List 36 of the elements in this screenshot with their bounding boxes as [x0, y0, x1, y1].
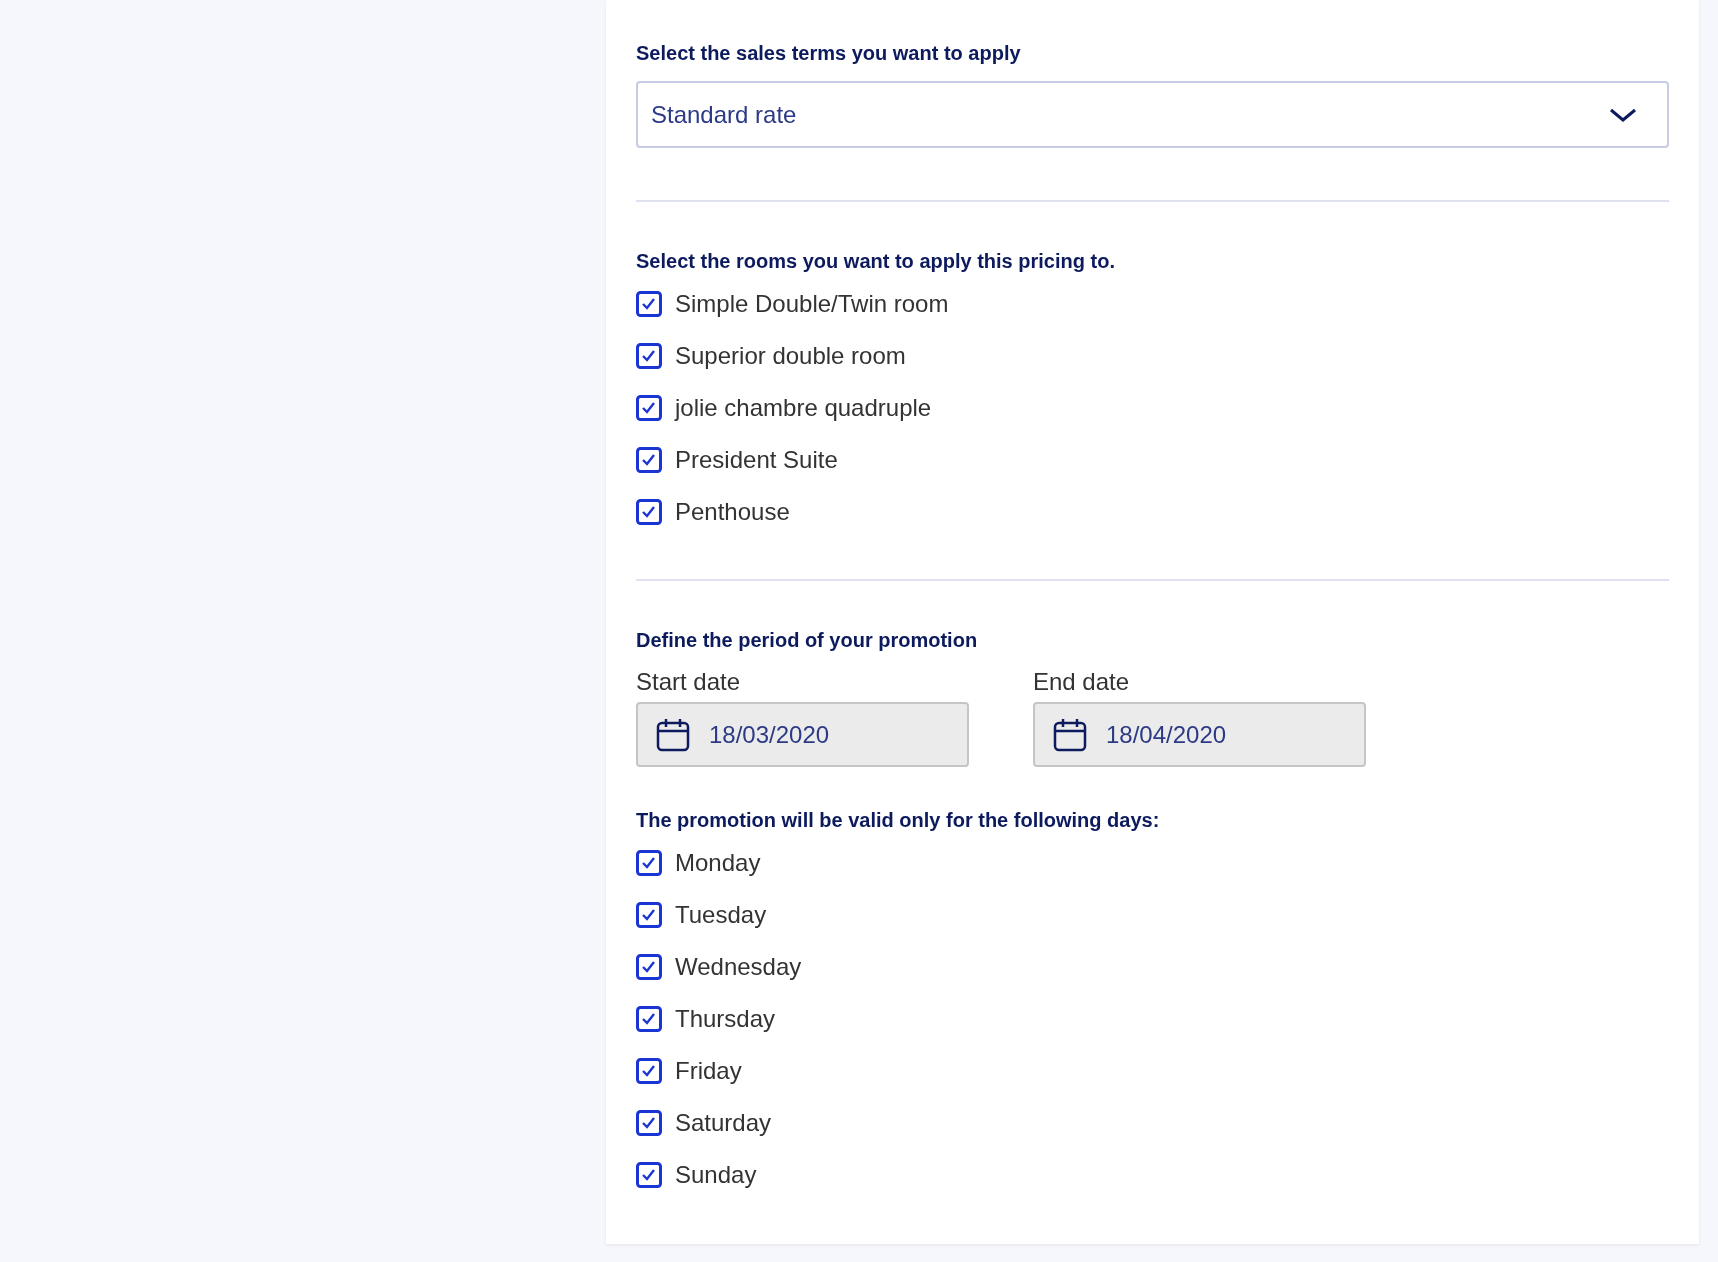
- checkbox[interactable]: [636, 954, 662, 980]
- checkbox[interactable]: [636, 291, 662, 317]
- checkbox[interactable]: [636, 1058, 662, 1084]
- checkbox[interactable]: [636, 850, 662, 876]
- checkbox-label: Monday: [675, 849, 761, 877]
- checkbox[interactable]: [636, 499, 662, 525]
- section-heading: Select the rooms you want to apply this pricing to.: [636, 250, 1116, 273]
- checkbox-label: Thursday: [675, 1005, 776, 1033]
- calendar-icon: [656, 716, 690, 753]
- checkbox-label: Saturday: [675, 1109, 772, 1137]
- checkbox[interactable]: [636, 1110, 662, 1136]
- checkbox[interactable]: [636, 902, 662, 928]
- checkbox-label: Simple Double/Twin room: [675, 290, 949, 318]
- checkbox-label: President Suite: [675, 446, 838, 474]
- chevron-down-icon: [1609, 106, 1637, 123]
- checkbox-label: Sunday: [675, 1161, 757, 1189]
- checkbox[interactable]: [636, 1006, 662, 1032]
- checkbox-label: jolie chambre quadruple: [675, 394, 932, 422]
- checkbox-label: Tuesday: [675, 901, 767, 929]
- checkbox[interactable]: [636, 1162, 662, 1188]
- date-field[interactable]: 18/04/2020: [1033, 702, 1366, 767]
- checkbox-label: Superior double room: [675, 342, 906, 370]
- section-heading: The promotion will be valid only for the following days:: [636, 809, 1161, 832]
- field-label: Start date: [636, 668, 742, 696]
- calendar-icon: [1053, 716, 1087, 753]
- checkbox-label: Wednesday: [675, 953, 802, 981]
- date-field[interactable]: 18/03/2020: [636, 702, 969, 767]
- checkbox-label: Friday: [675, 1057, 742, 1085]
- checkbox[interactable]: [636, 343, 662, 369]
- field-label: End date: [1033, 668, 1131, 696]
- sales-terms-dropdown[interactable]: Standard rate: [636, 81, 1669, 148]
- checkbox[interactable]: [636, 395, 662, 421]
- section-heading: Define the period of your promotion: [636, 629, 979, 652]
- checkbox[interactable]: [636, 447, 662, 473]
- checkbox-label: Penthouse: [675, 498, 790, 526]
- section-heading: Select the sales terms you want to apply: [636, 42, 1022, 65]
